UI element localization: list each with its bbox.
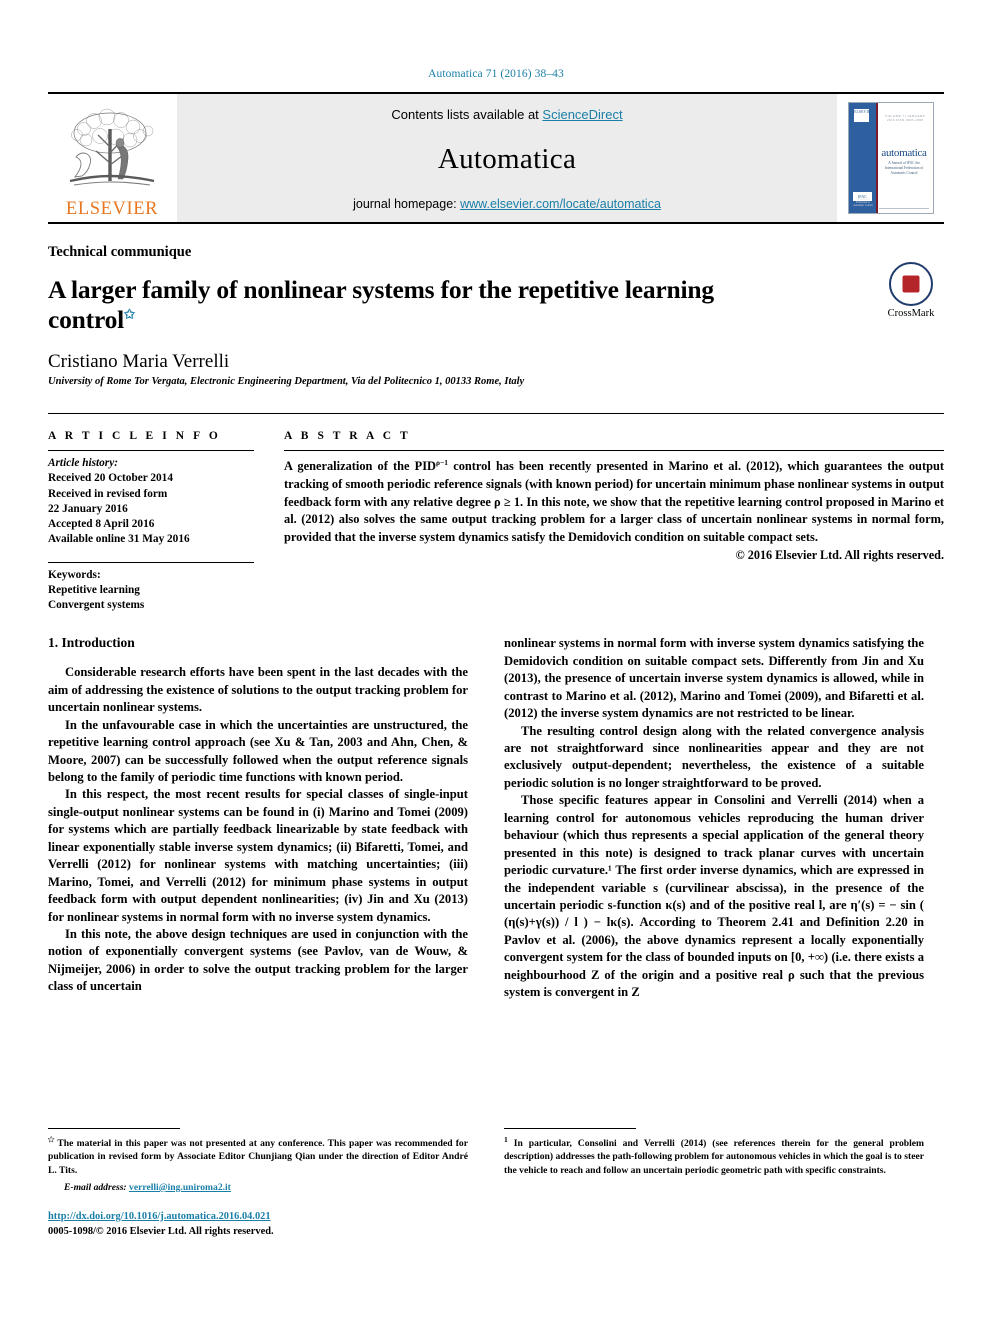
history-line: Available online 31 May 2016 (48, 533, 190, 546)
journal-homepage-link[interactable]: www.elsevier.com/locate/automatica (460, 197, 661, 211)
paragraph: nonlinear systems in normal form with in… (504, 636, 924, 721)
cover-image: ELSEVIER IFAC International Federation o… (848, 102, 934, 214)
history-line: Accepted 8 April 2016 (48, 518, 155, 531)
article-history-label: Article history: (48, 457, 118, 470)
paragraph: The resulting control design along with … (504, 723, 924, 790)
cover-elsevier-badge: ELSEVIER (854, 109, 873, 122)
article-title-text: A larger family of nonlinear systems for… (48, 275, 714, 334)
paragraph: In this note, the above design technique… (48, 926, 468, 994)
email-link[interactable]: verrelli@ing.uniroma2.it (129, 1182, 231, 1193)
article-kind: Technical communique (48, 244, 192, 260)
keywords-block: Keywords: Repetitive learning Convergent… (48, 563, 254, 614)
section-heading-introduction: 1. Introduction (48, 635, 135, 651)
doi-block: http://dx.doi.org/10.1016/j.automatica.2… (48, 1209, 468, 1239)
contents-prefix: Contents lists available at (391, 107, 543, 122)
cover-journal-subtitle: A Journal of IFAC the International Fede… (884, 161, 924, 175)
journal-masthead: ELSEVIER Contents lists available at Sci… (48, 92, 944, 224)
abstract-copyright: © 2016 Elsevier Ltd. All rights reserved… (735, 548, 944, 563)
journal-cover-thumbnail: ELSEVIER IFAC International Federation o… (838, 94, 944, 222)
info-abstract-block: A R T I C L E I N F O Article history: R… (48, 413, 944, 613)
footnote-rule (504, 1128, 636, 1129)
cover-vertical-rule (876, 103, 878, 213)
article-history: Article history: Received 20 October 201… (48, 451, 254, 548)
crossmark-label: CrossMark (887, 308, 935, 319)
footnote-left-column: ✩ The material in this paper was not pre… (48, 1128, 468, 1239)
elsevier-logo: ELSEVIER (48, 94, 176, 222)
article-info-heading: A R T I C L E I N F O (48, 430, 221, 443)
crossmark-badge-wrapper[interactable]: CrossMark (878, 262, 944, 319)
masthead-center-panel: Contents lists available at ScienceDirec… (176, 94, 838, 222)
body-columns: 1. Introduction Considerable research ef… (48, 635, 944, 1065)
paragraph: Those specific features appear in Consol… (504, 793, 924, 1000)
abstract-heading: A B S T R A C T (284, 430, 411, 443)
homepage-prefix: journal homepage: (353, 197, 461, 211)
paper-page: Automatica 71 (2016) 38–43 ELSEVIER Cont… (0, 0, 992, 1323)
footnote-star-text: The material in this paper was not prese… (48, 1138, 468, 1176)
journal-title: Automatica (437, 143, 577, 175)
paragraph: In this respect, the most recent results… (48, 787, 468, 924)
abstract-part1: A generalization of the PID (284, 459, 437, 474)
cover-volume-line: VOLUME 71 JANUARY 2016 ISSN 0005-1098 (884, 114, 926, 122)
cover-ifac-subtext: International Federation of Automatic Co… (853, 198, 873, 207)
email-line: E-mail address: verrelli@ing.uniroma2.it (48, 1182, 468, 1193)
crossmark-icon (889, 262, 933, 306)
footnote-rule (48, 1128, 180, 1129)
keywords-label: Keywords: (48, 568, 101, 581)
contents-available-line: Contents lists available at ScienceDirec… (391, 107, 622, 122)
footnote-right-column: 1 In particular, Consolini and Verrelli … (504, 1128, 924, 1239)
title-footnote-star[interactable]: ✩ (124, 306, 135, 321)
keyword-item: Repetitive learning (48, 583, 140, 596)
body-right-column: nonlinear systems in normal form with in… (504, 635, 924, 1065)
journal-homepage-line: journal homepage: www.elsevier.com/locat… (353, 197, 661, 211)
footnote-one-text: In particular, Consolini and Verrelli (2… (504, 1138, 924, 1176)
paragraph: In the unfavourable case in which the un… (48, 717, 468, 785)
article-info-column: A R T I C L E I N F O Article history: R… (48, 414, 280, 613)
body-left-column: 1. Introduction Considerable research ef… (48, 635, 468, 1065)
history-line: 22 January 2016 (48, 502, 128, 515)
abstract-exponent: ρ−1 (436, 458, 449, 468)
page-title: A larger family of nonlinear systems for… (48, 275, 768, 334)
email-label: E-mail address: (64, 1181, 127, 1193)
footnote-one: 1 In particular, Consolini and Verrelli … (504, 1135, 924, 1177)
footnote-area: ✩ The material in this paper was not pre… (48, 1128, 944, 1239)
doi-link[interactable]: http://dx.doi.org/10.1016/j.automatica.2… (48, 1211, 271, 1222)
footnote-one-marker: 1 (504, 1135, 508, 1144)
cover-bottom-rule (879, 208, 929, 209)
footnote-star-marker: ✩ (48, 1135, 55, 1144)
article-header: Technical communique A larger family of … (48, 244, 944, 387)
author-affiliation: University of Rome Tor Vergata, Electron… (48, 376, 525, 388)
footnote-star: ✩ The material in this paper was not pre… (48, 1135, 468, 1177)
history-line: Received 20 October 2014 (48, 472, 173, 485)
sciencedirect-link[interactable]: ScienceDirect (542, 107, 622, 122)
cover-journal-title: automatica (881, 147, 927, 159)
paragraph: Considerable research efforts have been … (48, 665, 468, 715)
abstract-text: A generalization of the PIDρ−1 control h… (284, 451, 944, 546)
abstract-column: A B S T R A C T A generalization of the … (280, 414, 944, 613)
keyword-item: Convergent systems (48, 599, 145, 612)
running-head: Automatica 71 (2016) 38–43 (428, 68, 564, 80)
issn-copyright-line: 0005-1098/© 2016 Elsevier Ltd. All right… (48, 1225, 274, 1237)
elsevier-wordmark: ELSEVIER (65, 198, 159, 219)
history-line: Received in revised form (48, 487, 168, 500)
elsevier-tree-icon (69, 108, 155, 186)
author-name: Cristiano Maria Verrelli (48, 351, 230, 373)
